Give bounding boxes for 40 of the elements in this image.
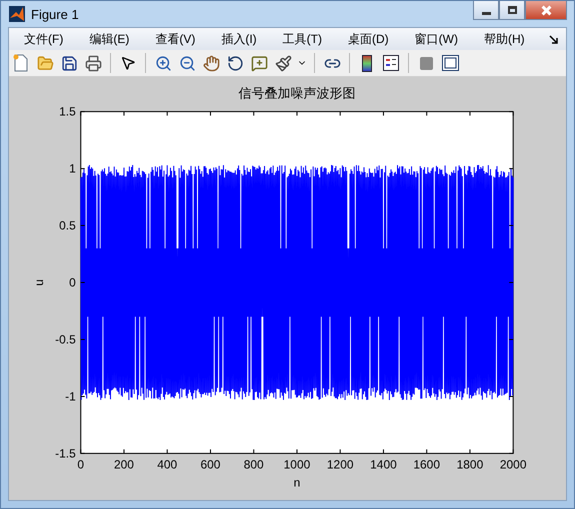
x-tick-label: 800 bbox=[244, 457, 264, 472]
menu-item[interactable]: 文件(F) bbox=[17, 30, 70, 48]
y-tick-label: 0 bbox=[69, 276, 76, 290]
window-title: Figure 1 bbox=[31, 6, 80, 22]
x-tick-label: 1800 bbox=[456, 457, 484, 472]
hand-icon[interactable] bbox=[201, 53, 221, 73]
plot-title: 信号叠加噪声波形图 bbox=[238, 86, 356, 101]
maximize-button[interactable] bbox=[499, 1, 525, 20]
menu-item[interactable]: 编辑(E) bbox=[82, 30, 136, 48]
y-tick-label: 1 bbox=[69, 162, 76, 176]
y-tick-label: -1.5 bbox=[55, 446, 76, 460]
menu-item[interactable]: 查看(V) bbox=[148, 30, 202, 48]
x-axis-label: n bbox=[294, 475, 300, 490]
x-tick-label: 2000 bbox=[500, 457, 526, 472]
close-button[interactable] bbox=[525, 1, 567, 20]
print-icon[interactable] bbox=[83, 53, 103, 73]
x-tick-label: 600 bbox=[200, 457, 220, 472]
y-tick-label: 0.5 bbox=[59, 218, 76, 233]
brush-icon[interactable] bbox=[273, 53, 293, 73]
menu-item[interactable]: 桌面(D) bbox=[340, 30, 396, 48]
legend-icon[interactable] bbox=[381, 53, 401, 73]
x-tick-label: 200 bbox=[114, 457, 134, 472]
x-tick-label: 1400 bbox=[370, 457, 397, 472]
dock-arrow-icon[interactable] bbox=[549, 34, 558, 44]
x-tick-label: 1000 bbox=[284, 457, 310, 472]
menu-item[interactable]: 插入(I) bbox=[214, 30, 264, 48]
show-tools-icon[interactable] bbox=[440, 53, 460, 73]
y-tick-label: 1.5 bbox=[59, 104, 76, 119]
x-tick-label: 0 bbox=[77, 457, 84, 472]
x-tick-label: 1600 bbox=[413, 457, 440, 472]
menu-item[interactable]: 工具(T) bbox=[276, 30, 329, 48]
menu-item[interactable]: 窗口(W) bbox=[408, 30, 465, 48]
y-tick-label: -0.5 bbox=[55, 332, 76, 346]
menu-item[interactable]: 帮助(H) bbox=[476, 30, 532, 48]
app-logo-icon bbox=[9, 6, 25, 22]
y-tick-label: -1 bbox=[65, 389, 76, 404]
x-tick-label: 1200 bbox=[326, 457, 354, 472]
minimize-button[interactable] bbox=[473, 1, 499, 20]
y-axis-label: u bbox=[32, 279, 46, 286]
x-tick-label: 400 bbox=[157, 457, 178, 472]
